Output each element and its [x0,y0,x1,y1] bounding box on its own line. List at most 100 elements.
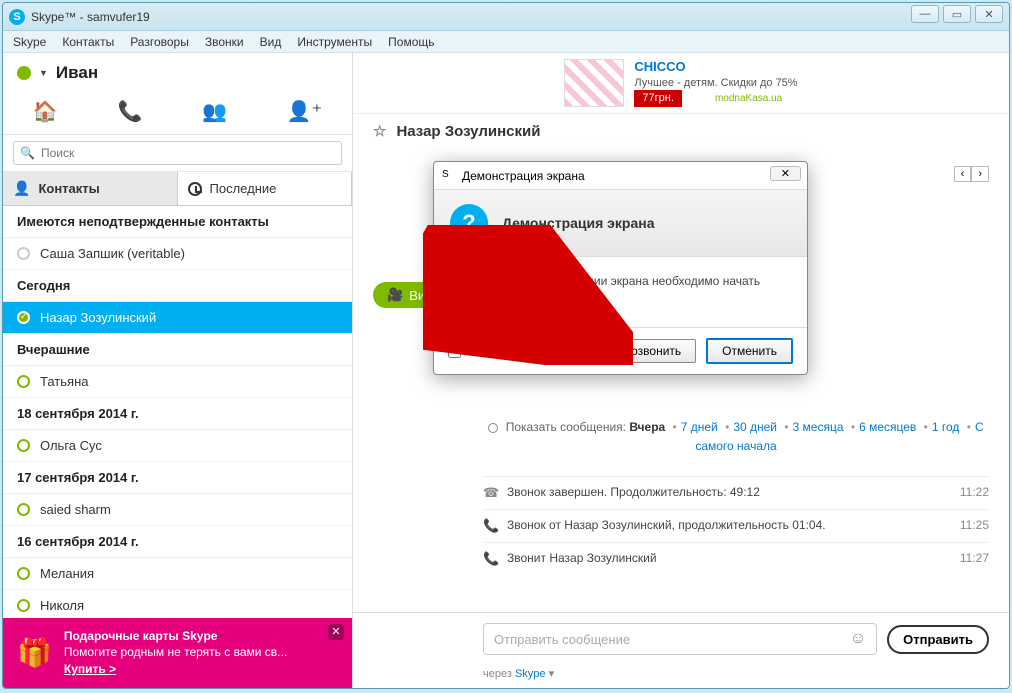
profile-header[interactable]: ▼ Иван [3,53,352,87]
contact-saied[interactable]: saied sharm [3,494,352,526]
ad-text: Лучшее - детям. Скидки до 75% [634,76,797,90]
message-row: 📞 Звонит Назар Зозулинский 11:27 [483,542,989,575]
filter-3-months[interactable]: 3 месяца [793,420,844,434]
nav-row: 🏠 📞 👥 👤⁺ [3,87,352,135]
ad-brand: CHICCO [634,59,797,76]
conversation-title: Назар Зозулинский [396,123,540,140]
presence-icon [17,375,30,388]
dialog-close-button[interactable]: ✕ [770,166,801,181]
via-skype-link[interactable]: Skype [515,668,546,680]
minimize-button[interactable]: — [911,5,939,23]
ad-price: 77грн. [634,90,682,106]
group-icon[interactable]: 👥 [202,99,227,124]
home-icon[interactable]: 🏠 [33,99,58,124]
call-ended-icon: ☎ [483,485,497,501]
filter-yesterday[interactable]: Вчера [629,420,665,434]
maximize-button[interactable]: ▭ [943,5,971,23]
title-bar: S Skype™ - samvufer19 — ▭ ✕ [3,3,1009,31]
presence-icon [17,599,30,612]
filter-6-months[interactable]: 6 месяцев [859,420,916,434]
favorite-star-icon[interactable]: ☆ [373,122,386,140]
incoming-call-icon: 📞 [483,518,497,534]
app-window: S Skype™ - samvufer19 — ▭ ✕ Skype Контак… [2,2,1010,689]
message-filter: Показать сообщения: Вчера •7 дней •30 дн… [483,418,989,456]
chevron-down-icon[interactable]: ▾ [549,668,555,680]
search-box[interactable]: 🔍 [13,141,342,165]
section-yesterday: Вчерашние [3,334,352,366]
presence-icon [17,503,30,516]
screen-share-dialog: S Демонстрация экрана ✕ ? Демонстрация э… [433,161,808,375]
menu-contacts[interactable]: Контакты [62,35,114,49]
dialog-footer: Больше не спрашивать Позвонить Отменить [434,327,807,374]
search-input[interactable] [41,146,335,160]
ad-image [564,59,624,107]
menu-bar: Skype Контакты Разговоры Звонки Вид Инст… [3,31,1009,53]
promo-close-button[interactable]: ✕ [328,624,344,640]
section-today: Сегодня [3,270,352,302]
contact-tatyana[interactable]: Татьяна [3,366,352,398]
close-button[interactable]: ✕ [975,5,1003,23]
menu-skype[interactable]: Skype [13,35,46,49]
contact-olga[interactable]: Ольга Сус [3,430,352,462]
promo-banner[interactable]: 🎁 Подарочные карты Skype Помогите родным… [3,618,352,688]
nav-next-button[interactable]: › [971,166,989,182]
section-unconfirmed: Имеются неподтвержденные контакты [3,206,352,238]
skype-logo-icon: S [442,169,456,183]
emoji-icon[interactable]: ☺ [850,630,866,648]
menu-help[interactable]: Помощь [388,35,434,49]
call-button[interactable]: Позвонить [607,339,696,363]
dialog-window-title: Демонстрация экрана [462,169,585,183]
ad-banner[interactable]: CHICCO Лучшее - детям. Скидки до 75% 77г… [353,53,1009,113]
promo-title: Подарочные карты Skype [64,628,287,645]
menu-tools[interactable]: Инструменты [297,35,372,49]
menu-conversations[interactable]: Разговоры [130,35,189,49]
menu-calls[interactable]: Звонки [205,35,244,49]
presence-icon [17,311,30,324]
section-18: 18 сентября 2014 г. [3,398,352,430]
filter-30-days[interactable]: 30 дней [733,420,777,434]
video-call-button[interactable]: 🎥 Ви [373,282,439,308]
dialog-header: ? Демонстрация экрана [434,190,807,257]
section-16: 16 сентября 2014 г. [3,526,352,558]
contact-sasha[interactable]: Саша Запшик (veritable) [3,238,352,270]
ad-domain: modnaKasa.ua [715,93,782,104]
via-label: через Skype ▾ [353,665,1009,688]
menu-view[interactable]: Вид [260,35,282,49]
clock-icon [188,182,202,196]
send-button[interactable]: Отправить [887,625,989,654]
filter-7-days[interactable]: 7 дней [681,420,718,434]
dont-ask-input[interactable] [448,345,461,358]
gift-icon: 🎁 [17,636,52,669]
dialog-body: Для демонстрации экрана необходимо начат… [434,257,807,327]
question-icon: ? [450,204,488,242]
presence-icon [17,247,30,260]
tab-recent[interactable]: Последние [178,172,353,205]
dialog-titlebar: S Демонстрация экрана ✕ [434,162,807,190]
video-icon: 🎥 [387,287,403,303]
conversation-header: ☆ Назар Зозулинский [353,113,1009,148]
call-icon[interactable]: 📞 [117,99,142,124]
promo-subtitle: Помогите родным не терять с вами св... [64,644,287,661]
compose-bar: Отправить сообщение ☺ Отправить [353,612,1009,665]
filter-1-year[interactable]: 1 год [932,420,960,434]
tab-contacts[interactable]: 👤 Контакты [3,172,178,205]
tab-recent-label: Последние [210,181,277,196]
sidebar: ▼ Иван 🏠 📞 👥 👤⁺ 🔍 👤 Контакты [3,53,353,688]
message-row: ☎ Звонок завершен. Продолжительность: 49… [483,476,989,509]
message-input[interactable]: Отправить сообщение ☺ [483,623,877,655]
section-17: 17 сентября 2014 г. [3,462,352,494]
clock-icon [488,423,498,433]
nav-prev-button[interactable]: ‹ [954,166,972,182]
dialog-heading: Демонстрация экрана [502,215,655,231]
contact-nikolya[interactable]: Николя [3,590,352,618]
status-online-icon [17,66,31,80]
promo-buy-link[interactable]: Купить > [64,662,116,676]
calling-icon: 📞 [483,551,497,567]
profile-name: Иван [56,63,98,83]
add-contact-icon[interactable]: 👤⁺ [287,99,322,124]
dont-ask-checkbox[interactable]: Больше не спрашивать [448,344,597,358]
contact-nazar[interactable]: Назар Зозулинский [3,302,352,334]
contact-melania[interactable]: Мелания [3,558,352,590]
cancel-button[interactable]: Отменить [706,338,793,364]
tab-contacts-label: Контакты [38,181,99,196]
